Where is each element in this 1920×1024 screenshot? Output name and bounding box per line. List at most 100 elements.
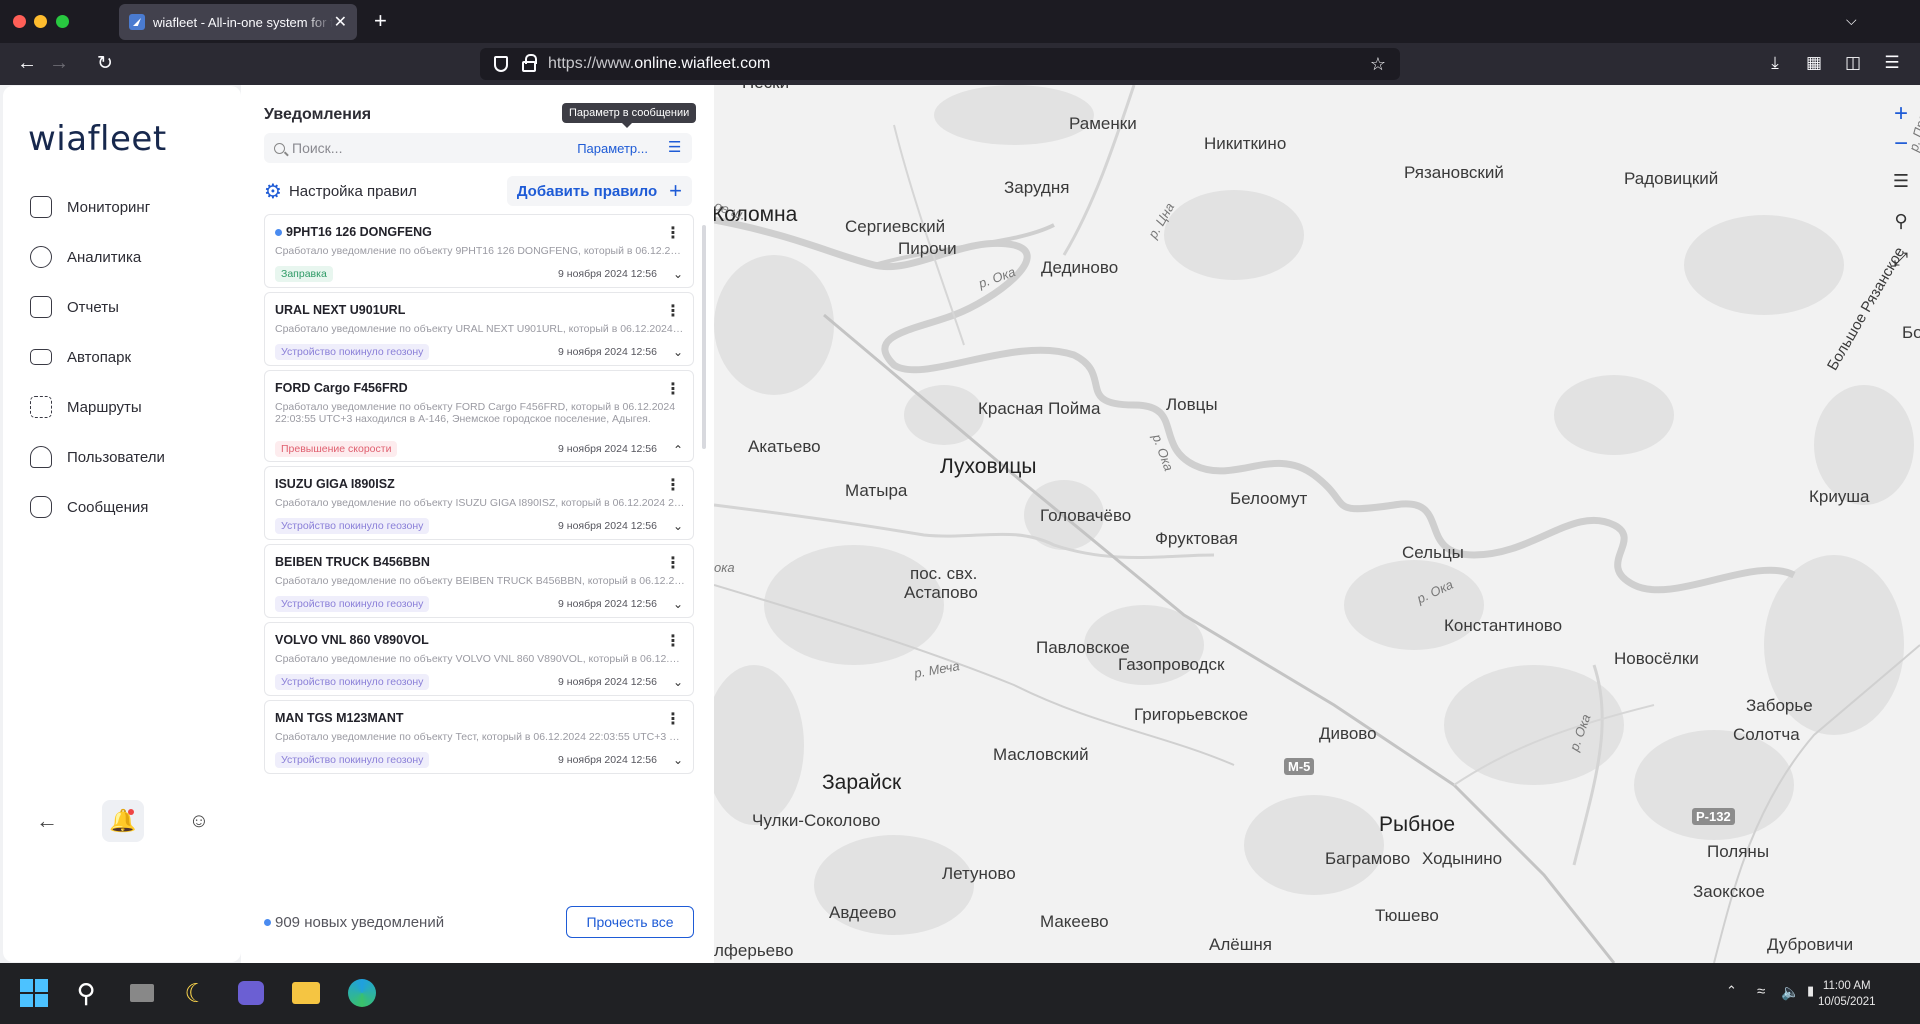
filter-sliders-icon[interactable]: ☰ [668, 140, 684, 155]
fullscreen-icon[interactable]: ⤢ [1886, 245, 1916, 275]
map-place-label: Чулки-Соколово [752, 811, 881, 830]
task-view-icon[interactable] [126, 977, 158, 1009]
browser-tab[interactable]: wiafleet - All-in-one system for fleet m… [119, 4, 357, 40]
sidebar-item-reports[interactable]: Отчеты [30, 292, 230, 322]
edge-browser-icon[interactable] [346, 977, 378, 1009]
extensions-puzzle-icon[interactable]: ▦ [1804, 54, 1824, 72]
sidebar-toggle-icon[interactable]: ◫ [1843, 54, 1863, 72]
moon-app-icon[interactable]: ☾ [180, 977, 212, 1009]
search-bar: Параметр... ☰ [264, 133, 692, 163]
map-place-label: Зарайск [822, 771, 902, 794]
map-place-label: Сельцы [1402, 543, 1464, 562]
notification-card[interactable]: FORD Cargo F456FRD ⋮ Сработало уведомлен… [264, 370, 694, 462]
map-place-label: пос. свх. [910, 564, 978, 583]
file-explorer-icon[interactable] [290, 977, 322, 1009]
lock-icon[interactable] [522, 53, 537, 72]
card-date: 9 ноября 2024 12:56 [558, 268, 657, 280]
bookmark-star-icon[interactable]: ☆ [1370, 54, 1386, 75]
chevron-up-icon[interactable]: ⌃ [673, 443, 683, 457]
back-arrow-icon[interactable]: ← [17, 52, 37, 75]
more-options-icon[interactable]: ⋮ [665, 631, 681, 651]
zoom-out-button[interactable]: − [1886, 130, 1916, 160]
more-options-icon[interactable]: ⋮ [665, 301, 681, 321]
layers-icon[interactable]: ☰ [1886, 167, 1916, 197]
map-place-label: Матыра [845, 481, 908, 500]
search-input[interactable] [292, 140, 572, 156]
chevron-down-icon[interactable]: ⌄ [673, 597, 683, 611]
wifi-icon[interactable]: ≈ [1757, 983, 1765, 1000]
map-place-label: Рязановский [1404, 163, 1504, 182]
notification-card[interactable]: BEIBEN TRUCK B456BBN ⋮ Сработало уведомл… [264, 544, 694, 618]
downloads-icon[interactable]: ⤓ [1765, 54, 1785, 72]
map-place-label: Рыбное [1379, 813, 1456, 836]
window-minimize-button[interactable] [34, 15, 47, 28]
map-place-label: Криуша [1809, 487, 1870, 506]
collapse-sidebar-arrow-icon[interactable]: ← [26, 800, 68, 842]
chevron-down-icon[interactable]: ⌄ [673, 753, 683, 767]
zoom-in-button[interactable]: + [1886, 100, 1916, 130]
chevron-down-icon[interactable]: ⌄ [673, 519, 683, 533]
new-tab-button[interactable]: + [374, 8, 387, 34]
notification-card[interactable]: ISUZU GIGA I890ISZ ⋮ Сработало уведомлен… [264, 466, 694, 540]
teams-icon[interactable] [235, 977, 267, 1009]
sidebar-item-analytics[interactable]: Аналитика [30, 242, 230, 272]
battery-icon[interactable]: ▮ [1807, 983, 1814, 999]
sidebar-item-messages[interactable]: Сообщения [30, 492, 230, 522]
chevron-down-icon[interactable]: ⌄ [673, 267, 683, 281]
volume-icon[interactable]: 🔈 [1781, 983, 1800, 1001]
window-close-button[interactable] [13, 15, 26, 28]
notification-card[interactable]: 9PHT16 126 DONGFENG ⋮ Сработало уведомле… [264, 214, 694, 288]
rules-settings-link[interactable]: Настройка правил [289, 183, 417, 200]
notification-card[interactable]: MAN TGS M123MANT ⋮ Сработало уведомление… [264, 700, 694, 774]
notification-card[interactable]: VOLVO VNL 860 V890VOL ⋮ Сработало уведом… [264, 622, 694, 696]
more-options-icon[interactable]: ⋮ [665, 709, 681, 729]
tab-close-icon[interactable]: ✕ [334, 12, 347, 32]
sidebar-item-users[interactable]: Пользователи [30, 442, 230, 472]
rules-row: ⚙ Настройка правил Добавить правило + [264, 176, 692, 206]
list-tabs-chevron-icon[interactable]: ⌵ [1846, 12, 1857, 29]
profile-icon[interactable]: ☺ [178, 800, 220, 842]
gear-icon[interactable]: ⚙ [264, 179, 282, 204]
more-options-icon[interactable]: ⋮ [665, 223, 681, 243]
tab-title: wiafleet - All-in-one system for fleet m… [153, 14, 333, 30]
search-icon[interactable]: ⚲ [70, 977, 102, 1009]
system-clock[interactable]: 11:00 AM 10/05/2021 [1818, 978, 1876, 1010]
map-place-label: Заокское [1693, 882, 1765, 901]
notifications-list[interactable]: 9PHT16 126 DONGFENG ⋮ Сработало уведомле… [264, 214, 694, 884]
more-options-icon[interactable]: ⋮ [665, 475, 681, 495]
sidebar-item-monitoring[interactable]: Мониторинг [30, 192, 230, 222]
add-rule-button[interactable]: Добавить правило + [506, 176, 692, 206]
windows-start-icon[interactable] [18, 977, 50, 1009]
map-place-label: Сергиевский [845, 217, 946, 236]
param-filter-button[interactable]: Параметр... [577, 141, 648, 156]
notifications-footer: 909 новых уведомлений Прочесть все [264, 905, 694, 939]
notifications-bell-button[interactable]: 🔔 [102, 800, 144, 842]
read-all-button[interactable]: Прочесть все [566, 906, 694, 938]
list-scrollbar[interactable] [702, 225, 706, 449]
notification-card[interactable]: URAL NEXT U901URL ⋮ Сработало уведомлени… [264, 292, 694, 366]
sidebar-item-routes[interactable]: Маршруты [30, 392, 230, 422]
forward-arrow-icon[interactable]: → [49, 52, 69, 75]
address-bar[interactable]: https://www.online.wiafleet.com ☆ [480, 48, 1400, 80]
map-place-label: Новосёлки [1614, 649, 1699, 668]
map-place-label: Пески [742, 85, 789, 93]
tray-chevron-up-icon[interactable]: ⌃ [1726, 983, 1737, 999]
card-title: 9PHT16 126 DONGFENG [275, 225, 432, 239]
more-options-icon[interactable]: ⋮ [665, 553, 681, 573]
chevron-down-icon[interactable]: ⌄ [673, 345, 683, 359]
hamburger-menu-icon[interactable]: ☰ [1882, 54, 1902, 72]
tracking-shield-icon[interactable] [494, 56, 508, 72]
chevron-down-icon[interactable]: ⌄ [673, 675, 683, 689]
map-search-icon[interactable]: ⚲ [1886, 207, 1916, 237]
card-title: URAL NEXT U901URL [275, 303, 406, 317]
map-view[interactable]: Пески Раменки Никиткино Рязановский Радо… [714, 85, 1920, 963]
window-maximize-button[interactable] [56, 15, 69, 28]
card-text: Сработало уведомление по объекту BEIBEN … [275, 575, 685, 587]
wiafleet-logo[interactable]: wiafleet [28, 119, 167, 159]
sidebar-item-fleet[interactable]: Автопарк [30, 342, 230, 372]
url-text[interactable]: https://www.online.wiafleet.com [548, 55, 770, 73]
more-options-icon[interactable]: ⋮ [665, 379, 681, 399]
users-icon [30, 446, 52, 468]
search-icon [274, 142, 285, 154]
reload-icon[interactable]: ↻ [97, 52, 113, 75]
